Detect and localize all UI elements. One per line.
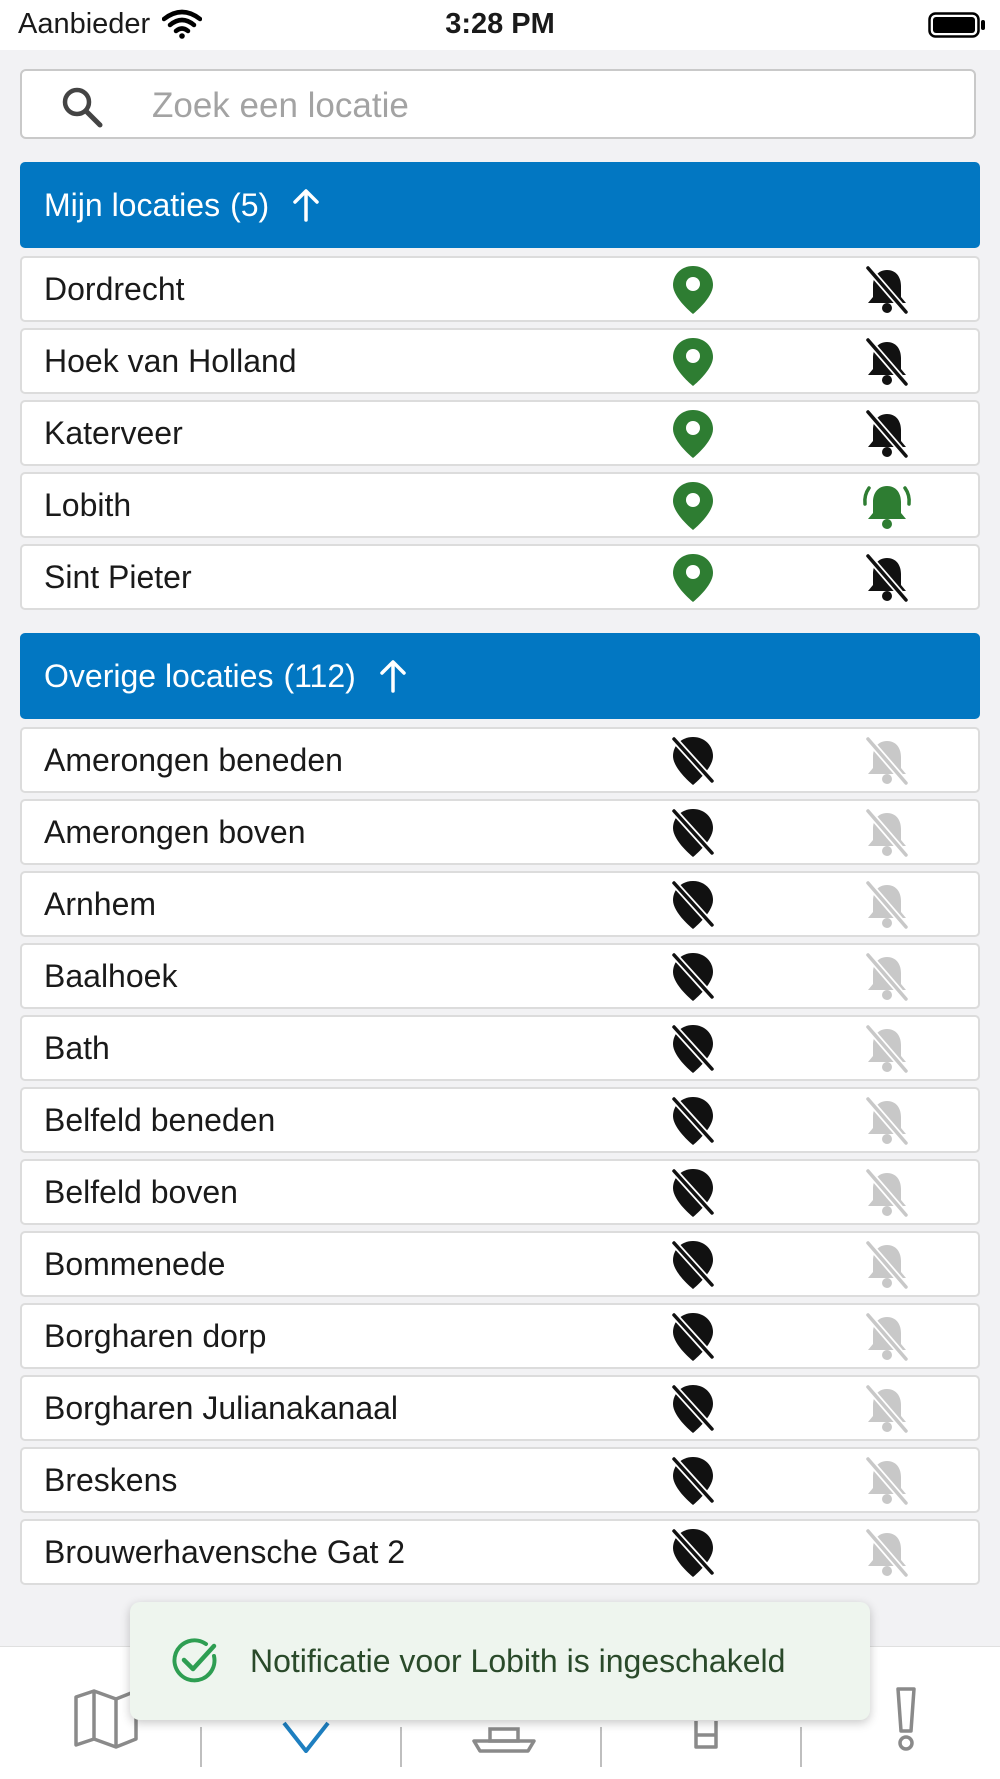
location-name: Breskens [44, 1462, 178, 1498]
location-row[interactable]: Lobith [20, 472, 980, 538]
location-name: Belfeld boven [44, 1174, 238, 1210]
bell-off-icon[interactable] [862, 552, 912, 604]
bell-off-icon[interactable] [862, 408, 912, 460]
other-locations-title: Overige locaties [44, 657, 274, 694]
search-bar[interactable] [20, 69, 976, 139]
bell-off-icon[interactable] [862, 264, 912, 316]
location-off-icon[interactable] [668, 1239, 718, 1291]
arrow-up-icon [380, 660, 406, 693]
my-locations-list: Dordrecht Hoek van Holland Katerveer Lobith… [20, 256, 980, 616]
location-row[interactable]: Bath [20, 1015, 980, 1081]
location-row[interactable]: Baalhoek [20, 943, 980, 1009]
location-off-icon[interactable] [668, 807, 718, 859]
location-name: Baalhoek [44, 958, 178, 994]
location-row[interactable]: Breskens [20, 1447, 980, 1513]
location-name: Bath [44, 1030, 110, 1066]
location-row[interactable]: Borgharen dorp [20, 1303, 980, 1369]
location-row[interactable]: Belfeld boven [20, 1159, 980, 1225]
location-off-icon[interactable] [668, 1383, 718, 1435]
location-row[interactable]: Amerongen boven [20, 799, 980, 865]
alert-icon [896, 1687, 916, 1751]
location-name: Arnhem [44, 886, 157, 922]
other-locations-list: Amerongen beneden Amerongen boven Arnhem Ba… [20, 727, 980, 1591]
bell-active-icon[interactable] [862, 480, 912, 532]
location-row[interactable]: Katerveer [20, 400, 980, 466]
location-row[interactable]: Dordrecht [20, 256, 980, 322]
location-row[interactable]: Bommenede [20, 1231, 980, 1297]
bell-disabled-icon[interactable] [862, 807, 912, 859]
location-name: Lobith [44, 487, 132, 523]
bell-disabled-icon[interactable] [862, 1239, 912, 1291]
my-locations-title: Mijn locaties [44, 186, 221, 223]
location-name: Borgharen Julianakanaal [44, 1390, 399, 1426]
location-off-icon[interactable] [668, 951, 718, 1003]
location-row[interactable]: Hoek van Holland [20, 328, 980, 394]
location-row[interactable]: Sint Pieter [20, 544, 980, 610]
location-off-icon[interactable] [668, 1167, 718, 1219]
location-pin-icon[interactable] [668, 336, 718, 388]
location-pin-icon[interactable] [668, 480, 718, 532]
toast-notification: Notificatie voor Lobith is ingeschakeld [130, 1602, 870, 1720]
location-off-icon[interactable] [668, 1095, 718, 1147]
bell-disabled-icon[interactable] [862, 1095, 912, 1147]
bell-disabled-icon[interactable] [862, 879, 912, 931]
bell-disabled-icon[interactable] [862, 1527, 912, 1579]
bell-disabled-icon[interactable] [862, 1167, 912, 1219]
location-name: Hoek van Holland [44, 343, 297, 379]
location-row[interactable]: Arnhem [20, 871, 980, 937]
location-name: Belfeld beneden [44, 1102, 276, 1138]
arrow-up-icon [293, 189, 319, 222]
bell-disabled-icon[interactable] [862, 1311, 912, 1363]
search-input[interactable] [150, 81, 954, 131]
check-circle-icon [172, 1638, 217, 1683]
location-pin-icon[interactable] [668, 408, 718, 460]
my-locations-header[interactable]: Mijn locaties (5) [20, 162, 980, 248]
location-name: Amerongen beneden [44, 742, 343, 778]
location-name: Sint Pieter [44, 559, 192, 595]
other-locations-header[interactable]: Overige locaties (112) [20, 633, 980, 719]
location-off-icon[interactable] [668, 1023, 718, 1075]
bell-disabled-icon[interactable] [862, 735, 912, 787]
bell-off-icon[interactable] [862, 336, 912, 388]
location-off-icon[interactable] [668, 1455, 718, 1507]
battery-icon [928, 12, 985, 38]
other-locations-count: (112) [283, 657, 356, 694]
clock: 3:28 PM [445, 8, 555, 40]
location-name: Brouwerhavensche Gat 2 [44, 1534, 406, 1570]
location-off-icon[interactable] [668, 1527, 718, 1579]
location-pin-icon[interactable] [668, 552, 718, 604]
location-row[interactable]: Amerongen beneden [20, 727, 980, 793]
location-off-icon[interactable] [668, 1311, 718, 1363]
my-locations-count: (5) [230, 186, 270, 223]
bell-disabled-icon[interactable] [862, 1455, 912, 1507]
location-name: Amerongen boven [44, 814, 306, 850]
location-pin-icon[interactable] [668, 264, 718, 316]
location-off-icon[interactable] [668, 735, 718, 787]
location-name: Bommenede [44, 1246, 226, 1282]
bell-disabled-icon[interactable] [862, 1383, 912, 1435]
toast-message: Notificatie voor Lobith is ingeschakeld [250, 1643, 786, 1679]
location-row[interactable]: Belfeld beneden [20, 1087, 980, 1153]
location-name: Borgharen dorp [44, 1318, 267, 1354]
search-icon [62, 87, 103, 128]
location-name: Katerveer [44, 415, 183, 451]
bell-disabled-icon[interactable] [862, 1023, 912, 1075]
location-row[interactable]: Borgharen Julianakanaal [20, 1375, 980, 1441]
bell-disabled-icon[interactable] [862, 951, 912, 1003]
location-name: Dordrecht [44, 271, 185, 307]
status-bar: Aanbieder 3:28 PM [0, 0, 1000, 50]
location-off-icon[interactable] [668, 879, 718, 931]
location-row[interactable]: Brouwerhavensche Gat 2 [20, 1519, 980, 1585]
